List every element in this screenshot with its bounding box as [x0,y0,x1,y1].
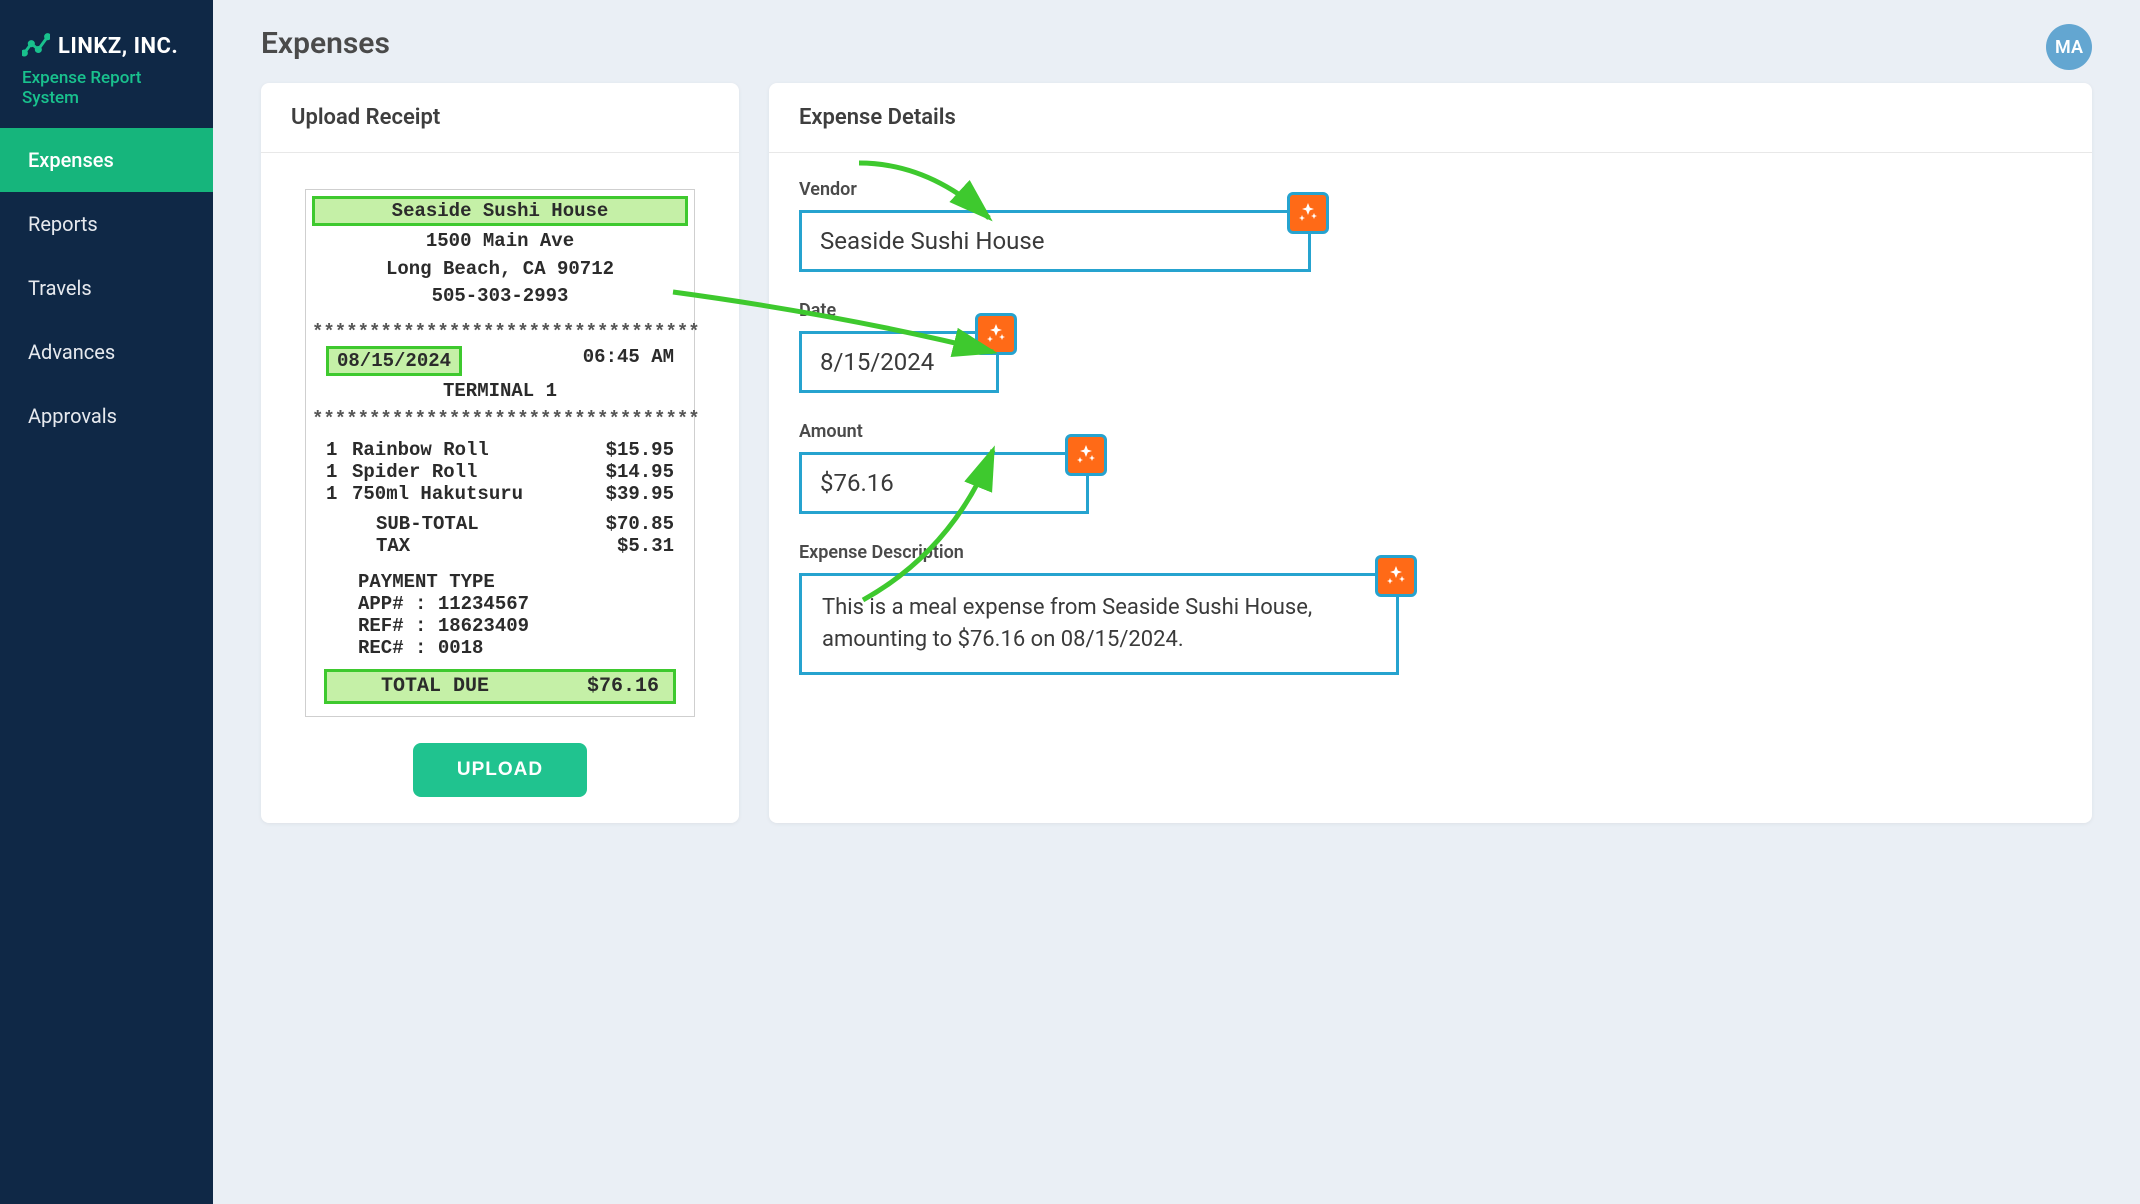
sparkle-icon[interactable] [1065,434,1107,476]
sparkle-icon[interactable] [1287,192,1329,234]
receipt-phone: 505-303-2993 [312,283,688,311]
sidebar-item-approvals[interactable]: Approvals [0,384,213,448]
description-input[interactable]: This is a meal expense from Seaside Sush… [799,573,1399,675]
nav: ExpensesReportsTravelsAdvancesApprovals [0,128,213,448]
payment-header: PAYMENT TYPE [358,571,642,593]
expense-details-title: Expense Details [769,83,2092,153]
sidebar-item-advances[interactable]: Advances [0,320,213,384]
upload-receipt-card: Upload Receipt Seaside Sushi House 1500 … [261,83,739,823]
receipt-total-due-highlight: TOTAL DUE $76.16 [324,669,676,704]
tax-value: $5.31 [564,535,674,557]
receipt-date-highlight: 08/15/2024 [326,346,462,376]
subtotal-label: SUB-TOTAL [326,513,564,535]
receipt-line-item: 1Rainbow Roll$15.95 [312,439,688,461]
receipt-time: 06:45 AM [583,346,674,378]
upload-button[interactable]: UPLOAD [413,743,587,797]
avatar[interactable]: MA [2046,24,2092,70]
expense-details-card: Expense Details Vendor Seaside Sushi Hou… [769,83,2092,823]
sidebar-item-reports[interactable]: Reports [0,192,213,256]
receipt-terminal: TERMINAL 1 [312,378,688,406]
sidebar-item-expenses[interactable]: Expenses [0,128,213,192]
upload-receipt-title: Upload Receipt [261,83,739,153]
receipt-address2: Long Beach, CA 90712 [312,256,688,284]
date-input[interactable]: 8/15/2024 [799,331,999,393]
receipt-line-item: 1Spider Roll$14.95 [312,461,688,483]
sparkle-icon[interactable] [975,313,1017,355]
subtotal-value: $70.85 [564,513,674,535]
brand-name: LINKZ, INC. [58,34,178,59]
brand-logo-icon [22,32,50,60]
sidebar-item-travels[interactable]: Travels [0,256,213,320]
receipt-app: 11234567 [438,593,529,615]
vendor-input[interactable]: Seaside Sushi House [799,210,1311,272]
tax-label: TAX [326,535,564,557]
sparkle-icon[interactable] [1375,555,1417,597]
amount-label: Amount [799,421,2062,442]
page-title: Expenses [261,26,2092,61]
receipt-vendor-highlight: Seaside Sushi House [312,196,688,226]
description-label: Expense Description [799,542,2062,563]
receipt-rec: 0018 [438,637,484,659]
receipt-address1: 1500 Main Ave [312,228,688,256]
sidebar: LINKZ, INC. Expense Report System Expens… [0,0,213,1204]
main: MA Expenses Upload Receipt Seaside Sushi… [213,0,2140,1204]
amount-input[interactable]: $76.16 [799,452,1089,514]
receipt-line-item: 1750ml Hakutsuru$39.95 [312,483,688,505]
receipt-divider: ********************************** [312,319,688,347]
vendor-label: Vendor [799,179,2062,200]
receipt-preview: Seaside Sushi House 1500 Main Ave Long B… [305,189,695,717]
receipt-ref: 18623409 [438,615,529,637]
brand-subtitle: Expense Report System [22,68,191,108]
brand-block: LINKZ, INC. Expense Report System [0,0,213,128]
